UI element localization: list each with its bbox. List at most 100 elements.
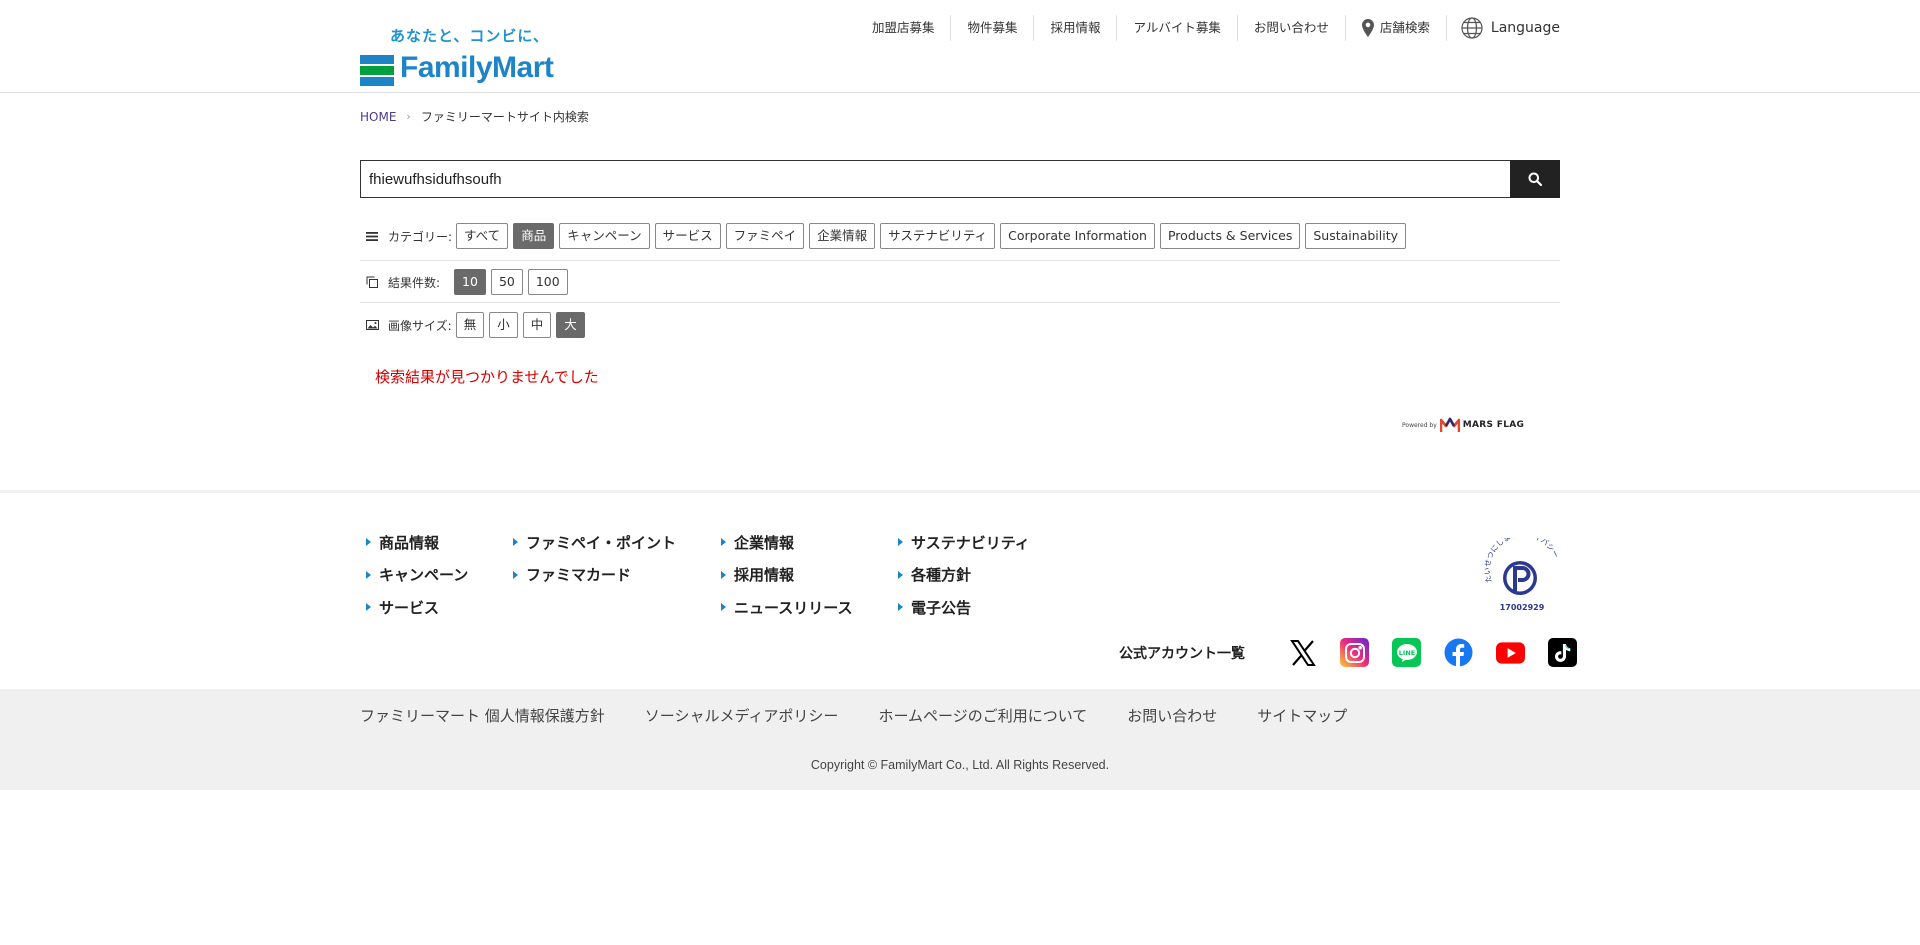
result-count-label: 結果件数: <box>388 275 441 290</box>
familymart-logo[interactable]: あなたと、コンビに、 FamilyMart <box>360 25 562 86</box>
category-chip-all[interactable]: すべて <box>456 223 509 249</box>
count-chip-100[interactable]: 100 <box>527 269 568 295</box>
marsflag-logo-icon <box>1439 417 1460 432</box>
no-result-message: 検索結果が見つかりませんでした <box>375 368 599 386</box>
tiktok-icon[interactable] <box>1548 638 1577 667</box>
nav-contact[interactable]: お問い合わせ <box>1238 15 1346 41</box>
arrow-right-icon <box>898 538 903 547</box>
logo-tagline: あなたと、コンビに、 <box>390 27 549 45</box>
category-label: カテゴリー: <box>388 229 453 244</box>
nav-parttime[interactable]: アルバイト募集 <box>1117 15 1238 41</box>
arrow-right-icon <box>366 538 371 547</box>
language-label: Language <box>1490 20 1560 36</box>
copyright: Copyright © FamilyMart Co., Ltd. All Rig… <box>810 758 1110 772</box>
nav-franchise[interactable]: 加盟店募集 <box>856 15 952 41</box>
breadcrumb-home[interactable]: HOME <box>360 110 396 124</box>
arrow-right-icon <box>721 570 726 579</box>
search-icon <box>1528 172 1542 186</box>
breadcrumb: HOME › ファミリーマートサイト内検索 <box>360 108 589 125</box>
category-chip-products[interactable]: 商品 <box>513 223 555 249</box>
count-chip-10[interactable]: 10 <box>454 269 486 295</box>
footer-link-famipay[interactable]: ファミペイ・ポイント <box>509 526 676 559</box>
arrow-right-icon <box>898 570 903 579</box>
category-chip-campaign[interactable]: キャンペーン <box>559 223 650 249</box>
size-chip-none[interactable]: 無 <box>455 312 485 338</box>
arrow-right-icon <box>366 603 371 612</box>
nav-property[interactable]: 物件募集 <box>951 15 1035 41</box>
nav-recruit[interactable]: 採用情報 <box>1034 15 1118 41</box>
header-nav: 加盟店募集 物件募集 採用情報 アルバイト募集 お問い合わせ 店舗検索 Lang… <box>856 15 1560 41</box>
size-chip-small[interactable]: 小 <box>489 312 518 338</box>
arrow-right-icon <box>513 570 518 579</box>
site-header: あなたと、コンビに、 FamilyMart 加盟店募集 物件募集 採用情報 アル… <box>0 0 1920 93</box>
search-button[interactable] <box>1510 160 1560 198</box>
footer-link-news[interactable]: ニュースリリース <box>717 591 853 624</box>
powered-by-prefix: Powered by <box>1402 421 1437 429</box>
footer-link-policies[interactable]: 各種方針 <box>894 559 1030 592</box>
category-filter: カテゴリー: すべて 商品 キャンペーン サービス ファミペイ 企業情報 サステ… <box>360 223 1560 249</box>
map-pin-icon <box>1361 19 1374 37</box>
arrow-right-icon <box>898 603 903 612</box>
category-chip-sustainability[interactable]: Sustainability <box>1305 223 1407 249</box>
facebook-icon[interactable] <box>1444 638 1473 667</box>
footer-link-corporate[interactable]: 企業情報 <box>717 526 853 559</box>
search-bar <box>360 160 1560 198</box>
breadcrumb-current: ファミリーマートサイト内検索 <box>420 110 589 124</box>
social-title: 公式アカウント一覧 <box>1119 645 1245 662</box>
powered-by-brand: MARS FLAG <box>1462 420 1525 430</box>
arrow-right-icon <box>366 570 371 579</box>
category-chip-sustainability-jp[interactable]: サステナビリティ <box>880 223 996 249</box>
instagram-icon[interactable] <box>1340 638 1369 667</box>
count-chip-50[interactable]: 50 <box>490 269 523 295</box>
footer-link-recruit[interactable]: 採用情報 <box>717 559 853 592</box>
line-icon[interactable]: LINE <box>1392 638 1421 667</box>
chevron-right-icon: › <box>406 110 411 123</box>
arrow-right-icon <box>513 538 518 547</box>
footer-link-service[interactable]: サービス <box>362 591 468 624</box>
footer-col-4: サステナビリティ 各種方針 電子公告 <box>894 526 1030 624</box>
size-chip-medium[interactable]: 中 <box>522 312 552 338</box>
nav-store-search[interactable]: 店舗検索 <box>1346 15 1447 41</box>
footer-link-sitemap[interactable]: サイトマップ <box>1257 705 1347 726</box>
image-size-label: 画像サイズ: <box>388 318 452 333</box>
logo-stripes <box>360 55 394 86</box>
footer-link-public-notice[interactable]: 電子公告 <box>894 591 1030 624</box>
size-chip-large[interactable]: 大 <box>556 312 585 338</box>
list-icon <box>366 231 380 242</box>
category-chip-corporate-info[interactable]: Corporate Information <box>1000 223 1155 249</box>
category-chip-service[interactable]: サービス <box>654 223 721 249</box>
footer-nav: 商品情報 キャンペーン サービス ファミペイ・ポイント ファミマカード 企業情報… <box>0 490 1920 690</box>
youtube-icon[interactable] <box>1496 638 1525 667</box>
category-chip-products-services[interactable]: Products & Services <box>1159 223 1301 249</box>
footer-link-social-policy[interactable]: ソーシャルメディアポリシー <box>645 705 839 726</box>
result-count-filter: 結果件数: 10 50 100 <box>360 269 1560 295</box>
footer-utility-links: ファミリーマート 個人情報保護方針 ソーシャルメディアポリシー ホームページのご… <box>360 705 1347 726</box>
footer-col-1: 商品情報 キャンペーン サービス <box>362 526 468 624</box>
x-icon[interactable] <box>1288 638 1317 667</box>
footer-link-sustainability[interactable]: サステナビリティ <box>894 526 1030 559</box>
footer-link-products[interactable]: 商品情報 <box>362 526 468 559</box>
footer-col-2: ファミペイ・ポイント ファミマカード <box>509 526 676 591</box>
divider <box>360 302 1560 303</box>
svg-text:LINE: LINE <box>1398 649 1414 657</box>
footer-col-3: 企業情報 採用情報 ニュースリリース <box>717 526 853 624</box>
powered-by[interactable]: Powered by MARS FLAG <box>1402 417 1524 433</box>
footer-link-terms[interactable]: ホームページのご利用について <box>878 705 1087 726</box>
arrow-right-icon <box>721 538 726 547</box>
footer-link-contact[interactable]: お問い合わせ <box>1127 705 1217 726</box>
footer-link-campaign[interactable]: キャンペーン <box>362 559 468 592</box>
logo-wordmark: FamilyMart <box>400 51 554 84</box>
divider <box>360 260 1560 261</box>
category-chip-famipay[interactable]: ファミペイ <box>725 223 805 249</box>
svg-text:17002929: 17002929 <box>1500 603 1545 612</box>
footer-link-famimacard[interactable]: ファミマカード <box>509 559 676 592</box>
image-size-filter: 画像サイズ: 無 小 中 大 <box>360 312 1560 338</box>
nav-language[interactable]: Language <box>1447 15 1560 41</box>
footer-link-privacy-policy[interactable]: ファミリーマート 個人情報保護方針 <box>360 705 605 726</box>
privacy-mark-icon[interactable]: たいせつにしますプライバシー 17002929 <box>1484 538 1560 614</box>
social-accounts: 公式アカウント一覧 LINE <box>1119 638 1577 667</box>
globe-icon <box>1461 17 1483 39</box>
footer-bottom: ファミリーマート 個人情報保護方針 ソーシャルメディアポリシー ホームページのご… <box>0 689 1920 790</box>
category-chip-corporate-jp[interactable]: 企業情報 <box>809 223 876 249</box>
search-input[interactable] <box>360 160 1510 198</box>
